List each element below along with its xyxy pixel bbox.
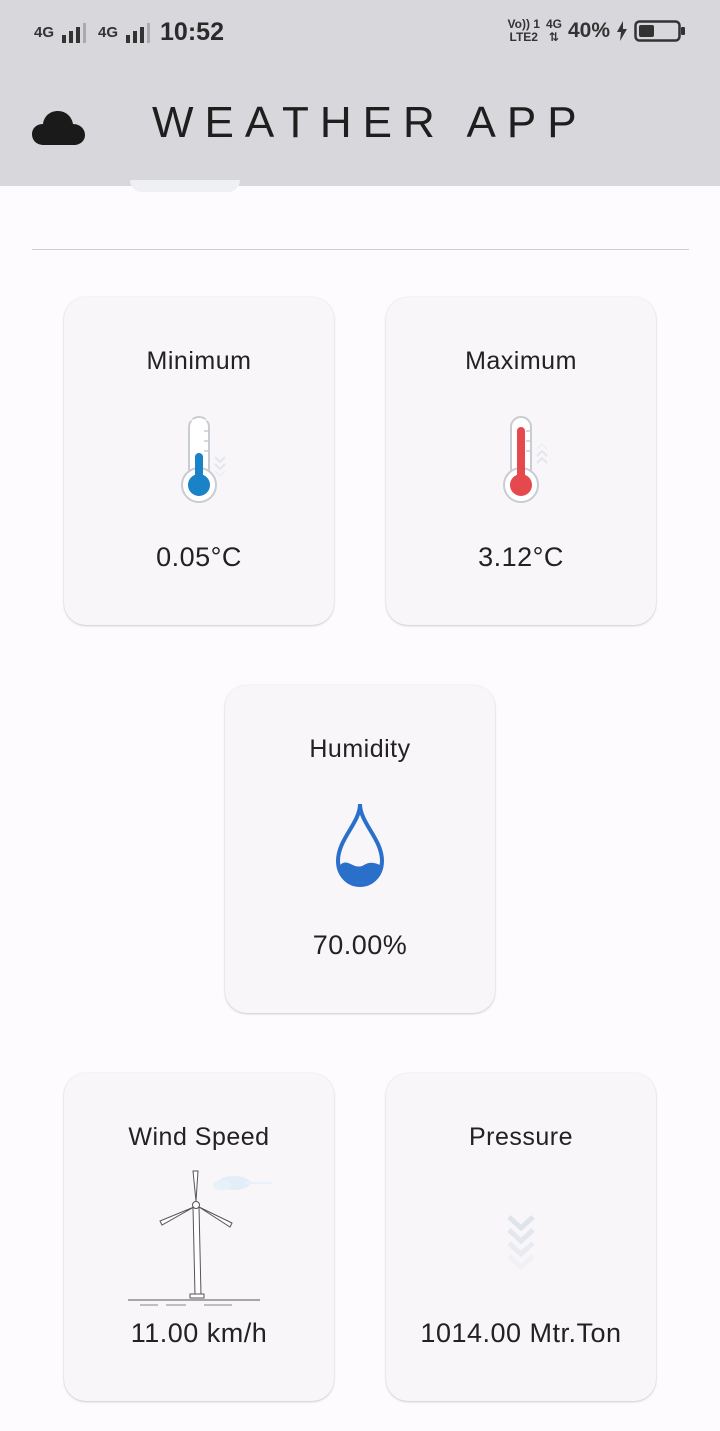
signal-strength-icon (62, 22, 87, 43)
wind-turbine-icon (64, 1167, 334, 1312)
battery-percent: 40% (567, 19, 610, 42)
app-title: WEATHER APP (152, 98, 588, 147)
volte-indicator: Vo)) 1 LTE2 (508, 18, 540, 44)
divider (32, 249, 689, 250)
battery-icon (634, 20, 685, 42)
minimum-temperature-card[interactable]: Minimum 0.05°C (64, 297, 334, 625)
card-label: Pressure (468, 1123, 574, 1151)
card-value: 0.05°C (156, 542, 242, 572)
humidity-card[interactable]: Humidity 70.00% (225, 685, 495, 1013)
status-right: Vo)) 1 LTE2 4G ⇅ 40% (508, 18, 687, 44)
sim1-network-type: 4G (34, 24, 55, 41)
thermometer-hot-icon (386, 415, 656, 510)
card-label: Maximum (465, 347, 577, 375)
scroll-indicator (130, 180, 240, 192)
status-bar: 4G 4G 10:52 Vo)) 1 LTE2 4G ⇅ 40% (0, 0, 720, 70)
status-left: 4G 4G 10:52 (34, 18, 224, 47)
maximum-temperature-card[interactable]: Maximum 3.12°C (386, 297, 656, 625)
card-label: Minimum (146, 347, 252, 375)
thermometer-cold-icon (64, 415, 334, 510)
pressure-card[interactable]: Pressure 1014.00 Mtr.Ton (386, 1073, 656, 1401)
charging-bolt-icon (617, 21, 627, 41)
water-drop-icon (225, 801, 495, 896)
data-network-indicator: 4G ⇅ (546, 18, 562, 44)
data-arrows-icon: ⇅ (548, 30, 559, 44)
chevrons-down-icon (386, 1211, 656, 1282)
wind-speed-card[interactable]: Wind Speed 11.00 km/h (64, 1073, 334, 1401)
sim2-network-type: 4G (98, 24, 119, 41)
card-value: 3.12°C (478, 542, 564, 572)
card-value: 70.00% (312, 930, 408, 960)
clock-time: 10:52 (160, 18, 224, 46)
signal-strength-icon (126, 22, 151, 43)
cloud-icon (32, 111, 85, 145)
card-label: Humidity (309, 735, 411, 763)
card-value: 1014.00 Mtr.Ton (420, 1318, 622, 1348)
card-value: 11.00 km/h (130, 1318, 268, 1348)
app-bar: WEATHER APP (0, 70, 720, 186)
card-label: Wind Speed (128, 1123, 270, 1151)
lte-label: LTE2 (509, 30, 538, 44)
